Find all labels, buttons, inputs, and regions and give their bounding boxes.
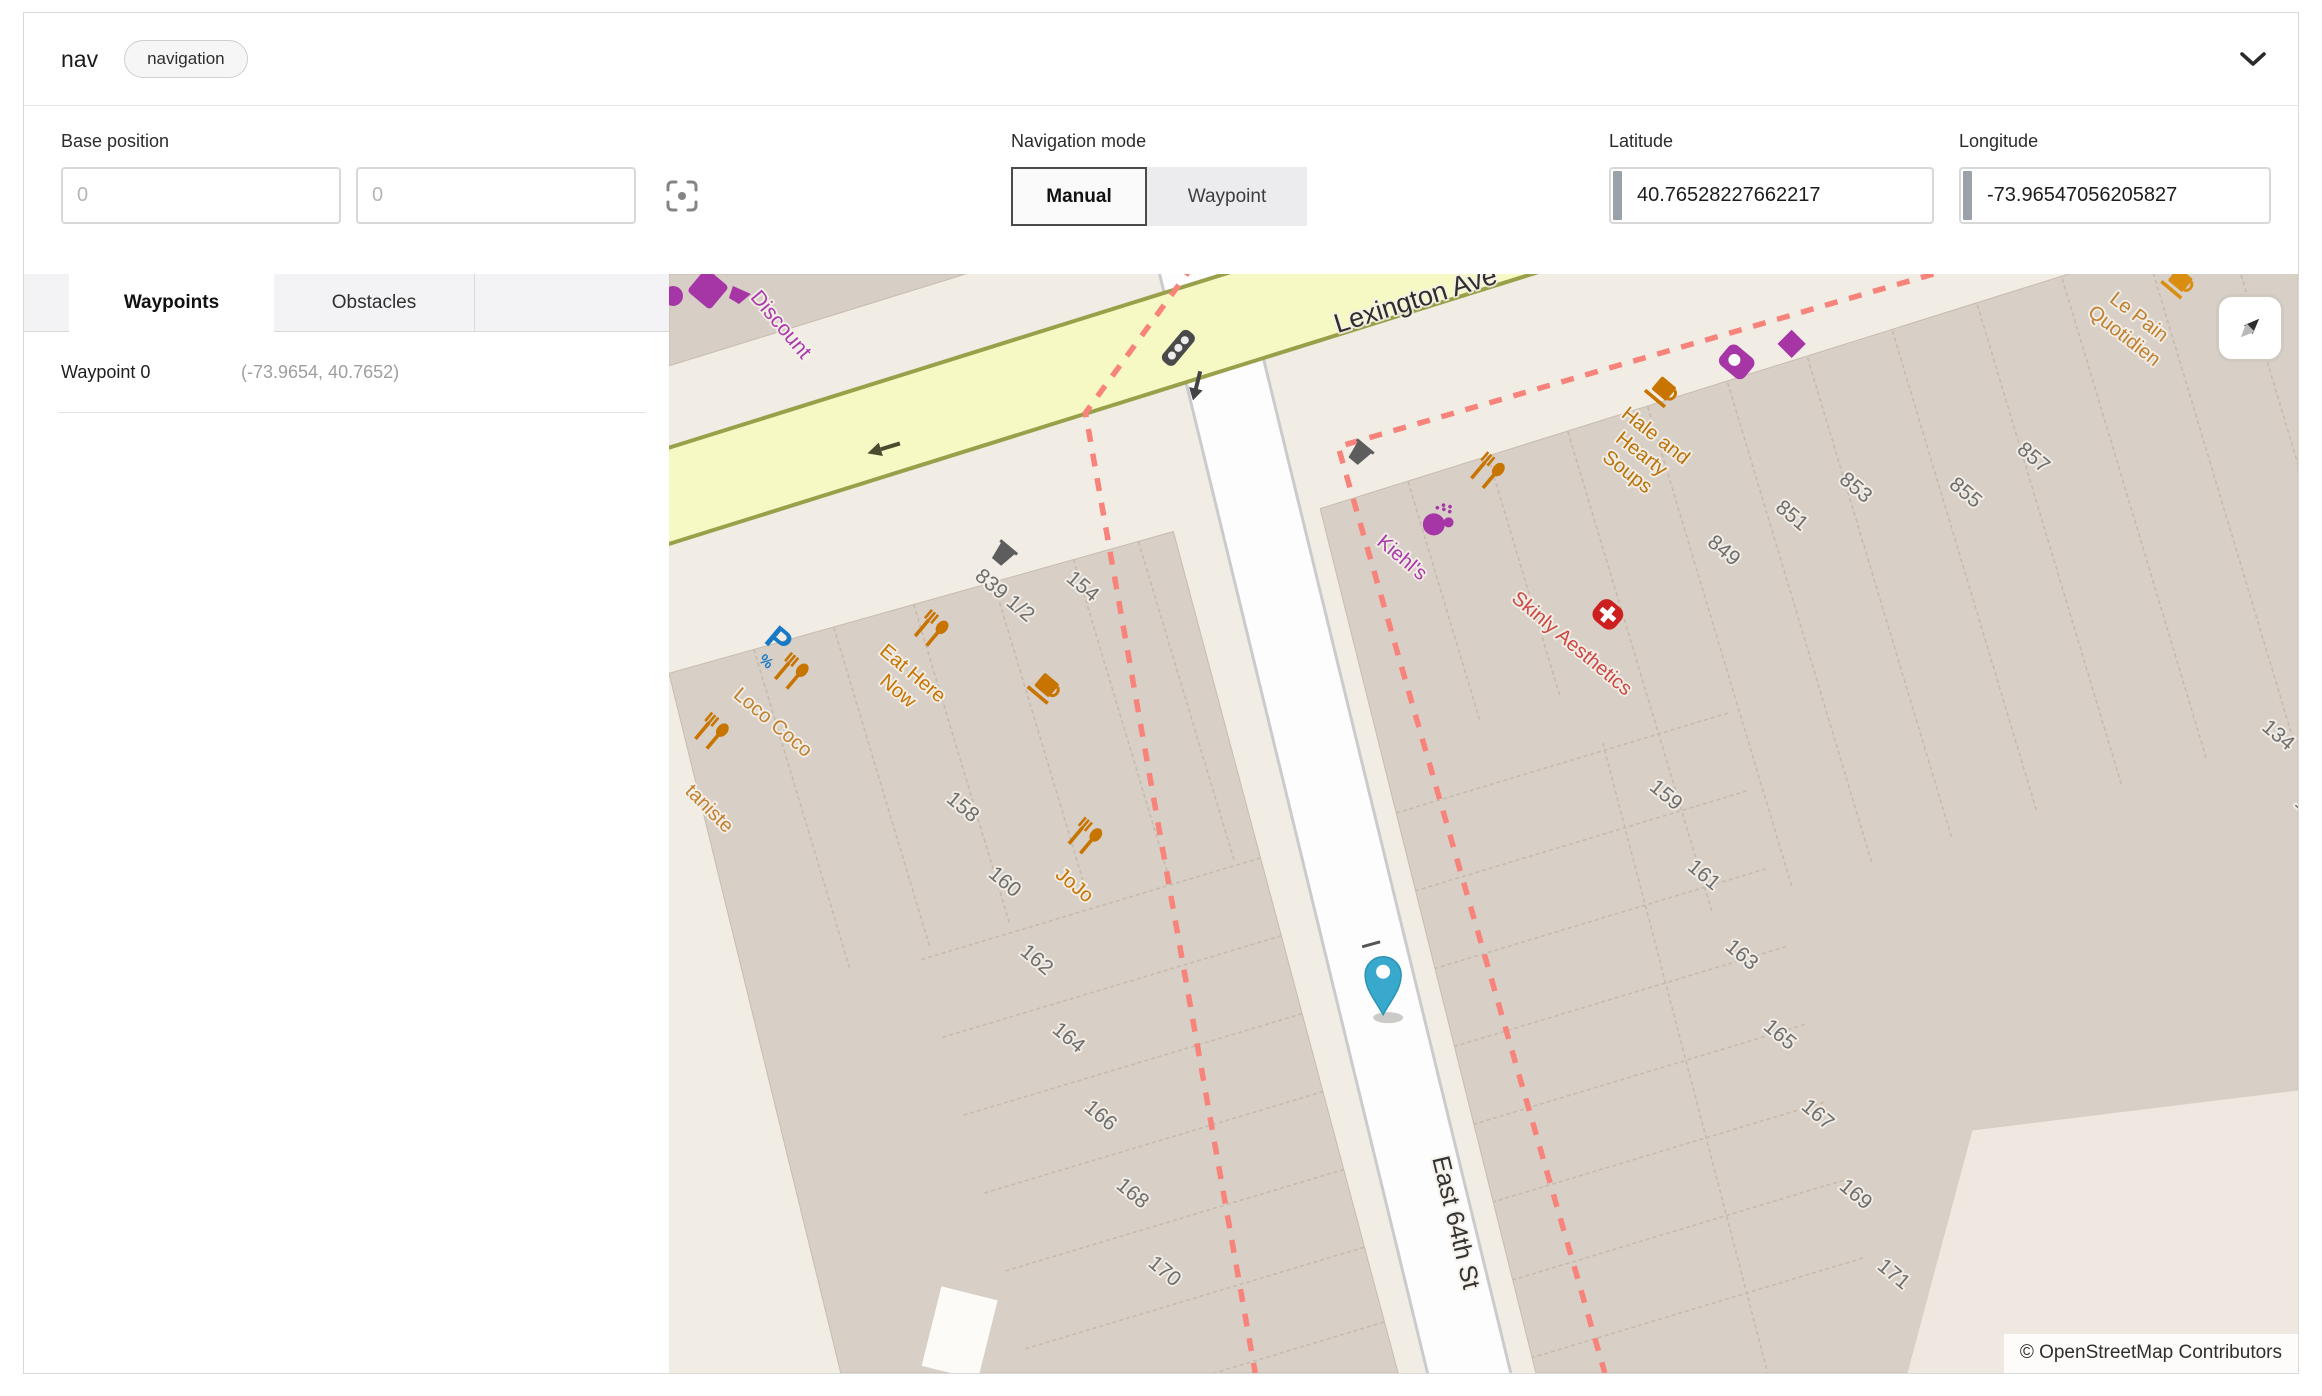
map-attribution: © OpenStreetMap Contributors [2004, 1334, 2298, 1373]
nav-panel: nav navigation Base position [23, 12, 2299, 1374]
tab-spacer [24, 274, 69, 332]
latitude-label: Latitude [1609, 131, 1934, 152]
longitude-drag-handle[interactable] [1963, 171, 1972, 220]
mode-manual-button[interactable]: Manual [1011, 167, 1147, 226]
base-position-y-input[interactable] [356, 167, 636, 224]
crosshair-icon [664, 178, 700, 214]
navigation-mode-toggle: Manual Waypoint [1011, 167, 1307, 226]
map-container: P % Lexington Ave East 64th St Discount … [669, 274, 2298, 1373]
panel-title: nav [61, 46, 98, 73]
waypoints-sidebar: Waypoints Obstacles Waypoint 0 (-73.9654… [24, 274, 669, 1373]
tab-strip: Waypoints Obstacles [24, 274, 669, 332]
navigation-badge: navigation [124, 40, 248, 78]
base-position-x-input[interactable] [61, 167, 341, 224]
longitude-group: Longitude [1959, 131, 2271, 224]
collapse-button[interactable] [2238, 50, 2268, 68]
compass-needle-icon [2224, 302, 2276, 354]
base-position-group: Base position [61, 131, 700, 224]
pick-on-map-button[interactable] [664, 178, 700, 214]
tab-waypoints[interactable]: Waypoints [69, 274, 274, 332]
map-canvas[interactable]: P % Lexington Ave East 64th St Discount … [669, 274, 2298, 1373]
tab-filler [475, 274, 669, 332]
tab-obstacles[interactable]: Obstacles [274, 274, 475, 332]
base-position-label: Base position [61, 131, 700, 152]
latitude-group: Latitude [1609, 131, 1934, 224]
panel-header: nav navigation [24, 13, 2298, 106]
latitude-drag-handle[interactable] [1613, 171, 1622, 220]
waypoint-name: Waypoint 0 [58, 362, 241, 383]
longitude-label: Longitude [1959, 131, 2271, 152]
latitude-input[interactable] [1609, 167, 1934, 224]
content-row: Waypoints Obstacles Waypoint 0 (-73.9654… [24, 274, 2298, 1373]
chevron-down-icon [2238, 50, 2268, 68]
waypoint-list-item[interactable]: Waypoint 0 (-73.9654, 40.7652) [58, 332, 646, 413]
compass-button[interactable] [2216, 294, 2284, 362]
navigation-mode-label: Navigation mode [1011, 131, 1307, 152]
mode-waypoint-button[interactable]: Waypoint [1147, 167, 1307, 226]
navigation-mode-group: Navigation mode Manual Waypoint [1011, 131, 1307, 226]
waypoint-coords: (-73.9654, 40.7652) [241, 362, 399, 383]
longitude-input[interactable] [1959, 167, 2271, 224]
